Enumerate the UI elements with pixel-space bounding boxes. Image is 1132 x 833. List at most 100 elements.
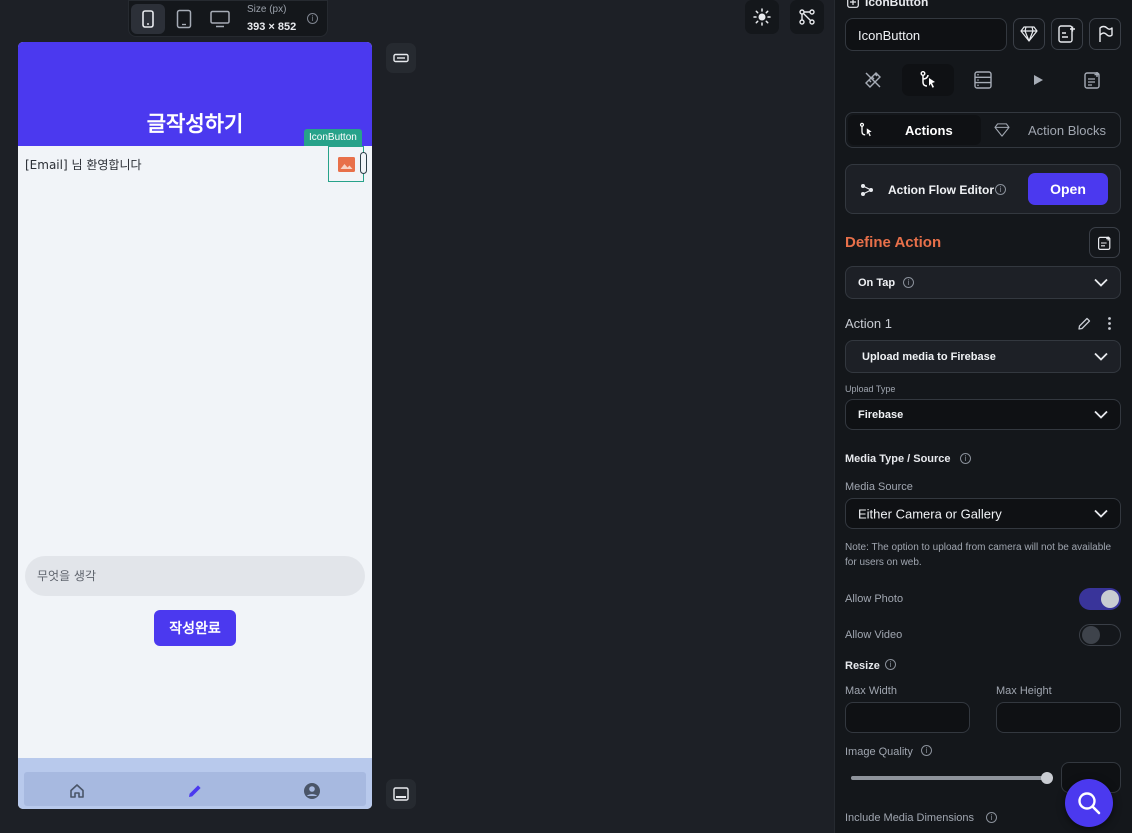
- camera-note: Note: The option to upload from camera w…: [845, 542, 1112, 568]
- max-height-input[interactable]: [996, 702, 1121, 733]
- widget-name-value: IconButton: [858, 28, 921, 43]
- include-dimensions-label: Include Media Dimensions: [845, 812, 975, 824]
- theme-toggle-button[interactable]: [745, 0, 779, 34]
- action-type-value: Upload media to Firebase: [862, 350, 996, 363]
- allow-video-toggle[interactable]: [1079, 624, 1121, 646]
- keyboard-toggle-button[interactable]: [386, 43, 416, 73]
- image-icon-button[interactable]: [328, 146, 364, 182]
- account-icon: [304, 783, 320, 799]
- phone-icon: [142, 10, 154, 28]
- desktop-device-button[interactable]: [203, 4, 237, 34]
- code-flag-icon: [1099, 25, 1113, 42]
- upload-type-dropdown[interactable]: Firebase: [845, 399, 1121, 430]
- component-add-icon: [1058, 25, 1075, 43]
- max-height-label: Max Height: [996, 685, 1052, 697]
- allow-photo-toggle[interactable]: [1079, 588, 1121, 610]
- flow-nodes-icon: [861, 184, 873, 196]
- media-source-value: Either Camera or Gallery: [858, 506, 1002, 521]
- flutter-code-button[interactable]: [1089, 18, 1121, 50]
- chevron-down-icon: [1094, 410, 1108, 419]
- tab-properties[interactable]: [847, 64, 899, 96]
- subtab-action-blocks-label: Action Blocks: [1028, 123, 1107, 138]
- home-icon: [70, 784, 84, 798]
- chevron-down-icon: [1094, 352, 1108, 361]
- bottom-nav-bar: [18, 758, 372, 809]
- promote-button[interactable]: [1013, 18, 1045, 50]
- more-vert-icon[interactable]: [1107, 316, 1112, 331]
- size-label: Size (px): [247, 4, 287, 15]
- nav-home[interactable]: [66, 780, 88, 802]
- tab-documentation[interactable]: [1067, 64, 1119, 96]
- resize-info-icon[interactable]: i: [885, 659, 896, 670]
- trigger-info-icon[interactable]: i: [903, 277, 914, 288]
- add-action-note-button[interactable]: [1089, 227, 1120, 258]
- resize-heading: Resize: [845, 660, 880, 672]
- tab-actions[interactable]: [902, 64, 954, 96]
- desktop-icon: [210, 10, 230, 28]
- pencil-icon[interactable]: [1077, 316, 1092, 331]
- chevron-down-icon: [1094, 509, 1108, 518]
- sun-icon: [753, 8, 771, 26]
- slider-thumb[interactable]: [1041, 772, 1053, 784]
- toggle-knob: [1101, 590, 1119, 608]
- tab-preview[interactable]: [1012, 64, 1064, 96]
- selection-handle[interactable]: [360, 152, 367, 174]
- search-fab-button[interactable]: [1065, 779, 1113, 827]
- nav-edit[interactable]: [184, 780, 206, 802]
- slider-fill: [851, 776, 1047, 780]
- widget-title: IconButton: [865, 0, 929, 9]
- widget-name-field[interactable]: IconButton: [845, 18, 1007, 51]
- tablet-icon: [176, 9, 192, 29]
- define-action-heading: Define Action: [845, 234, 942, 251]
- add-box-icon: [847, 0, 859, 8]
- open-flow-editor-button[interactable]: Open: [1028, 173, 1108, 205]
- include-dimensions-info-icon[interactable]: i: [986, 812, 997, 823]
- subtab-actions[interactable]: Actions: [848, 115, 981, 145]
- tab-backend-query[interactable]: [957, 64, 1009, 96]
- max-width-input[interactable]: [845, 702, 970, 733]
- diamond-icon: [1020, 26, 1038, 42]
- bottom-bar-toggle-button[interactable]: [386, 779, 416, 809]
- device-toolbar: Size (px) 393 × 852 i: [128, 0, 328, 37]
- search-icon: [1078, 792, 1101, 815]
- size-info-icon[interactable]: i: [307, 13, 318, 24]
- widget-header: IconButton: [847, 0, 928, 9]
- screen-bottom-icon: [393, 787, 409, 801]
- media-source-dropdown[interactable]: Either Camera or Gallery: [845, 498, 1121, 529]
- subtab-action-blocks[interactable]: Action Blocks: [986, 115, 1119, 145]
- image-quality-info-icon[interactable]: i: [921, 745, 932, 756]
- action-subtabs: Actions Action Blocks: [845, 112, 1121, 148]
- welcome-text: [Email] 님 환영합니다: [25, 158, 142, 172]
- play-icon: [1034, 75, 1043, 85]
- brush-ruler-icon: [865, 72, 881, 88]
- trigger-dropdown[interactable]: On Tap i: [845, 266, 1121, 299]
- action-type-dropdown[interactable]: Upload media to Firebase: [845, 340, 1121, 373]
- phone-device-button[interactable]: [131, 4, 165, 34]
- nav-account[interactable]: [301, 780, 323, 802]
- bottom-nav-inner: [24, 772, 366, 806]
- properties-panel: IconButton IconButton Actions Action Blo…: [834, 0, 1132, 833]
- toggle-knob: [1082, 626, 1100, 644]
- max-width-label: Max Width: [845, 685, 897, 697]
- upload-type-label: Upload Type: [845, 384, 896, 394]
- add-component-button[interactable]: [1051, 18, 1083, 50]
- flow-editor-info-icon[interactable]: i: [995, 184, 1006, 195]
- subtab-actions-label: Actions: [905, 123, 953, 138]
- phone-preview: 글작성하기 [Email] 님 환영합니다 작성완료: [18, 42, 372, 809]
- submit-button[interactable]: 작성완료: [154, 610, 236, 646]
- flow-editor-label: Action Flow Editor: [888, 183, 994, 197]
- media-type-heading: Media Type / Source: [845, 453, 951, 465]
- media-type-info-icon[interactable]: i: [960, 453, 971, 464]
- action-flow-icon: [920, 71, 935, 88]
- database-icon: [974, 71, 992, 89]
- tablet-device-button[interactable]: [167, 4, 201, 34]
- widget-tree-button[interactable]: [790, 0, 824, 34]
- trigger-value: On Tap: [858, 276, 896, 289]
- actions-tab-icon: [859, 122, 872, 137]
- post-text-input[interactable]: [25, 556, 365, 596]
- action-flow-editor-card: Action Flow Editor i Open: [845, 164, 1121, 214]
- image-quality-slider[interactable]: [851, 772, 1053, 784]
- size-value: 393 × 852: [247, 21, 297, 33]
- image-quality-label: Image Quality: [845, 746, 913, 758]
- edit-icon: [189, 785, 201, 797]
